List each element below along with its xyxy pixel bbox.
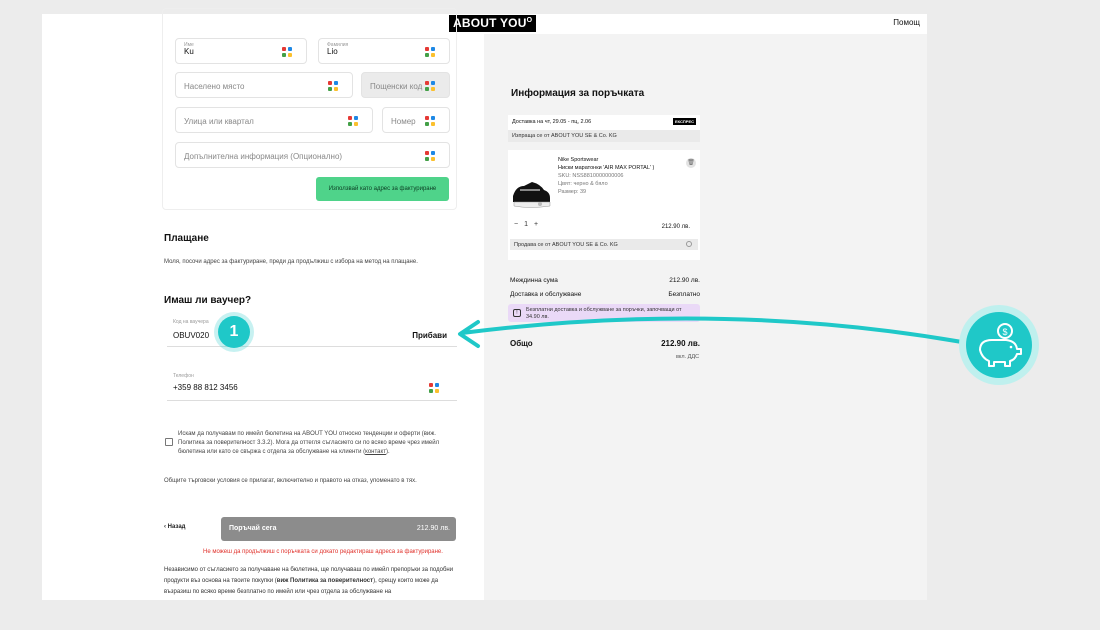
phone-value: +359 88 812 3456: [173, 383, 238, 392]
total-label: Общо: [510, 339, 533, 348]
about-you-logo[interactable]: ABOUT YOUO: [449, 15, 537, 32]
use-as-billing-button[interactable]: Използвай като адрес за фактуриране: [316, 177, 449, 201]
city-placeholder: Населено място: [184, 82, 245, 91]
quantity-stepper[interactable]: −1 +: [514, 221, 544, 228]
street-field[interactable]: Улица или квартал: [175, 107, 373, 133]
subtotal-value: 212.90 лв.: [669, 277, 700, 284]
order-now-total: 212.90 лв.: [416, 525, 450, 532]
shipping-value: Безплатно: [668, 291, 700, 298]
google-autofill-icon[interactable]: [429, 383, 439, 393]
svg-text:$: $: [1002, 327, 1007, 337]
trash-icon[interactable]: 🗑: [686, 158, 696, 168]
google-autofill-icon[interactable]: [425, 116, 435, 126]
voucher-input[interactable]: Код на ваучера OBUV020 Прибави: [167, 317, 457, 347]
product-size: Размер: 39: [558, 189, 587, 195]
product-price: 212.90 лв.: [661, 224, 690, 230]
increase-quantity-button[interactable]: +: [534, 221, 538, 228]
phone-field[interactable]: Телефон +359 88 812 3456: [167, 373, 457, 401]
first-name-value: Ku: [184, 47, 194, 56]
contact-link[interactable]: контакт: [365, 449, 386, 455]
street-placeholder: Улица или квартал: [184, 117, 254, 126]
privacy-policy-link[interactable]: виж Политика за поверителност: [277, 578, 373, 584]
order-now-label: Поръчай сега: [229, 525, 277, 532]
piggy-bank-icon: $: [959, 305, 1039, 385]
subtotal-label: Междинна сума: [510, 277, 558, 284]
payment-note: Моля, посочи адрес за фактуриране, преди…: [164, 259, 418, 265]
product-name: Ниски маратонки 'AIR MAX PORTAL' ): [558, 165, 655, 171]
back-link[interactable]: ‹ Назад: [164, 524, 185, 530]
billing-error-message: Не можеш да продължиш с поръчката си док…: [203, 549, 443, 555]
product-sku: SKU: NSS8810000000006: [558, 173, 624, 179]
decrease-quantity-button[interactable]: −: [514, 221, 518, 228]
legal-text: Независимо от съгласието за получаване н…: [164, 565, 457, 596]
google-autofill-icon[interactable]: [425, 47, 435, 57]
last-name-value: Lio: [327, 47, 338, 56]
shipping-label: Доставка и обслужване: [510, 291, 582, 298]
voucher-title: Имаш ли ваучер?: [164, 295, 252, 306]
last-name-field[interactable]: Фамилия Lio: [318, 38, 450, 64]
sneaker-image[interactable]: [510, 156, 552, 216]
city-field[interactable]: Населено място: [175, 72, 353, 98]
terms-note: Общите търговски условия се прилагат, вк…: [164, 478, 417, 484]
google-autofill-icon[interactable]: [282, 47, 292, 57]
first-name-field[interactable]: Име Ku: [175, 38, 307, 64]
google-autofill-icon[interactable]: [328, 81, 338, 91]
quantity-value: 1: [524, 221, 528, 228]
sold-by-text: Продава се от ABOUT YOU SE & Co. KG: [514, 242, 618, 248]
logo-mark: O: [526, 17, 533, 24]
voucher-label: Код на ваучера: [173, 319, 209, 325]
info-icon[interactable]: [686, 241, 692, 247]
newsletter-consent-text: Искам да получавам по имейл бюлетина на …: [178, 430, 456, 457]
order-info-title: Информация за поръчката: [511, 88, 645, 99]
google-autofill-icon[interactable]: [348, 116, 358, 126]
free-shipping-promo: ! Безплатни доставка и обслужване за пор…: [508, 304, 700, 322]
add-voucher-button[interactable]: Прибави: [412, 331, 447, 340]
postal-code-placeholder: Пощенски код: [370, 82, 423, 91]
product-card: Nike Sportswear Ниски маратонки 'AIR MAX…: [508, 150, 700, 260]
top-bar: [484, 14, 927, 34]
newsletter-checkbox[interactable]: [165, 438, 173, 446]
product-brand: Nike Sportswear: [558, 157, 599, 163]
postal-code-field[interactable]: Пощенски код: [361, 72, 450, 98]
newsletter-text-end: ).: [385, 449, 390, 455]
order-now-button[interactable]: Поръчай сега 212.90 лв.: [221, 517, 456, 541]
total-value: 212.90 лв.: [661, 339, 700, 348]
logo-text: ABOUT YOU: [453, 16, 527, 30]
product-info: Nike Sportswear Ниски маратонки 'AIR MAX…: [558, 156, 654, 196]
street-number-placeholder: Номер: [391, 117, 416, 126]
payment-title: Плащане: [164, 233, 209, 244]
vat-note: вкл. ДДС: [676, 354, 700, 360]
back-label: Назад: [167, 524, 186, 530]
extra-info-field[interactable]: Допълнителна информация (Опционално): [175, 142, 450, 168]
street-number-field[interactable]: Номер: [382, 107, 450, 133]
delivery-date-text: Доставка на чт, 29.05 - пц, 2.06: [512, 119, 592, 125]
info-icon: !: [513, 309, 521, 317]
delivery-date: Доставка на чт, 29.05 - пц, 2.06 ЕКСПРЕС: [508, 115, 700, 130]
sold-by: Продава се от ABOUT YOU SE & Co. KG: [510, 239, 698, 250]
step-1-badge: 1: [218, 316, 250, 348]
help-link[interactable]: Помощ: [893, 18, 920, 27]
promo-text: Безплатни доставка и обслужване за поръч…: [526, 307, 682, 320]
shipped-by: Изпраща се от ABOUT YOU SE & Co. KG: [508, 130, 700, 142]
voucher-value: OBUV020: [173, 331, 210, 340]
express-badge: ЕКСПРЕС: [672, 118, 696, 125]
product-color: Цвят: черно & бяло: [558, 181, 608, 187]
newsletter-text: Искам да получавам по имейл бюлетина на …: [178, 431, 440, 455]
extra-info-placeholder: Допълнителна информация (Опционално): [184, 152, 343, 161]
google-autofill-icon[interactable]: [425, 151, 435, 161]
phone-label: Телефон: [173, 373, 194, 379]
google-autofill-icon[interactable]: [425, 81, 435, 91]
